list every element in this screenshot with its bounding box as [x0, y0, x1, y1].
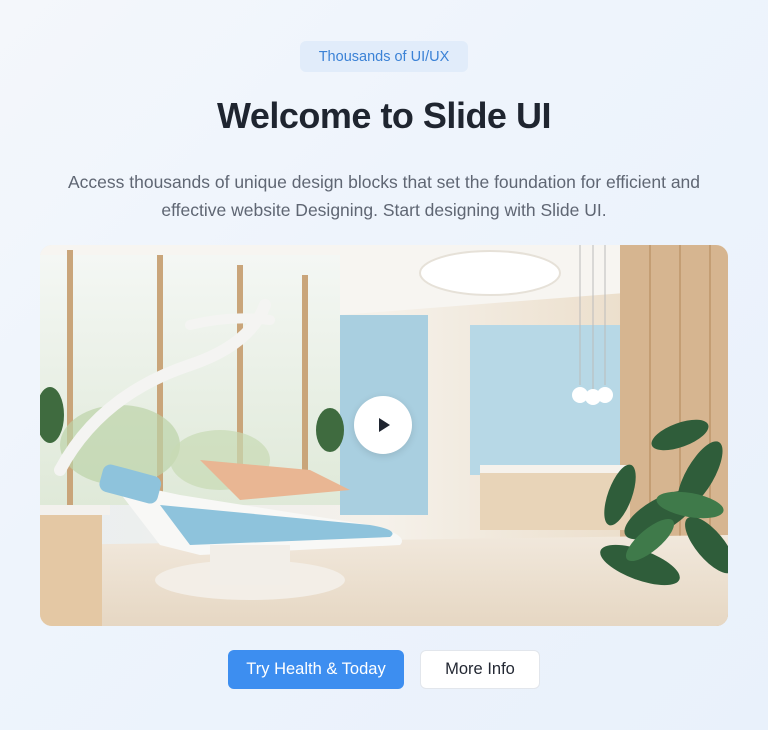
video-thumbnail[interactable] — [40, 245, 728, 626]
hero-badge-label: Thousands of UI/UX — [318, 48, 450, 65]
hero-badge: Thousands of UI/UX — [300, 41, 468, 72]
play-button[interactable] — [354, 396, 412, 454]
more-info-button[interactable]: More Info — [420, 650, 540, 689]
try-health-button[interactable]: Try Health & Today — [228, 650, 404, 689]
hero-title: Welcome to Slide UI — [217, 95, 551, 136]
hero-description: Access thousands of unique design blocks… — [67, 172, 701, 220]
play-icon — [379, 418, 390, 432]
